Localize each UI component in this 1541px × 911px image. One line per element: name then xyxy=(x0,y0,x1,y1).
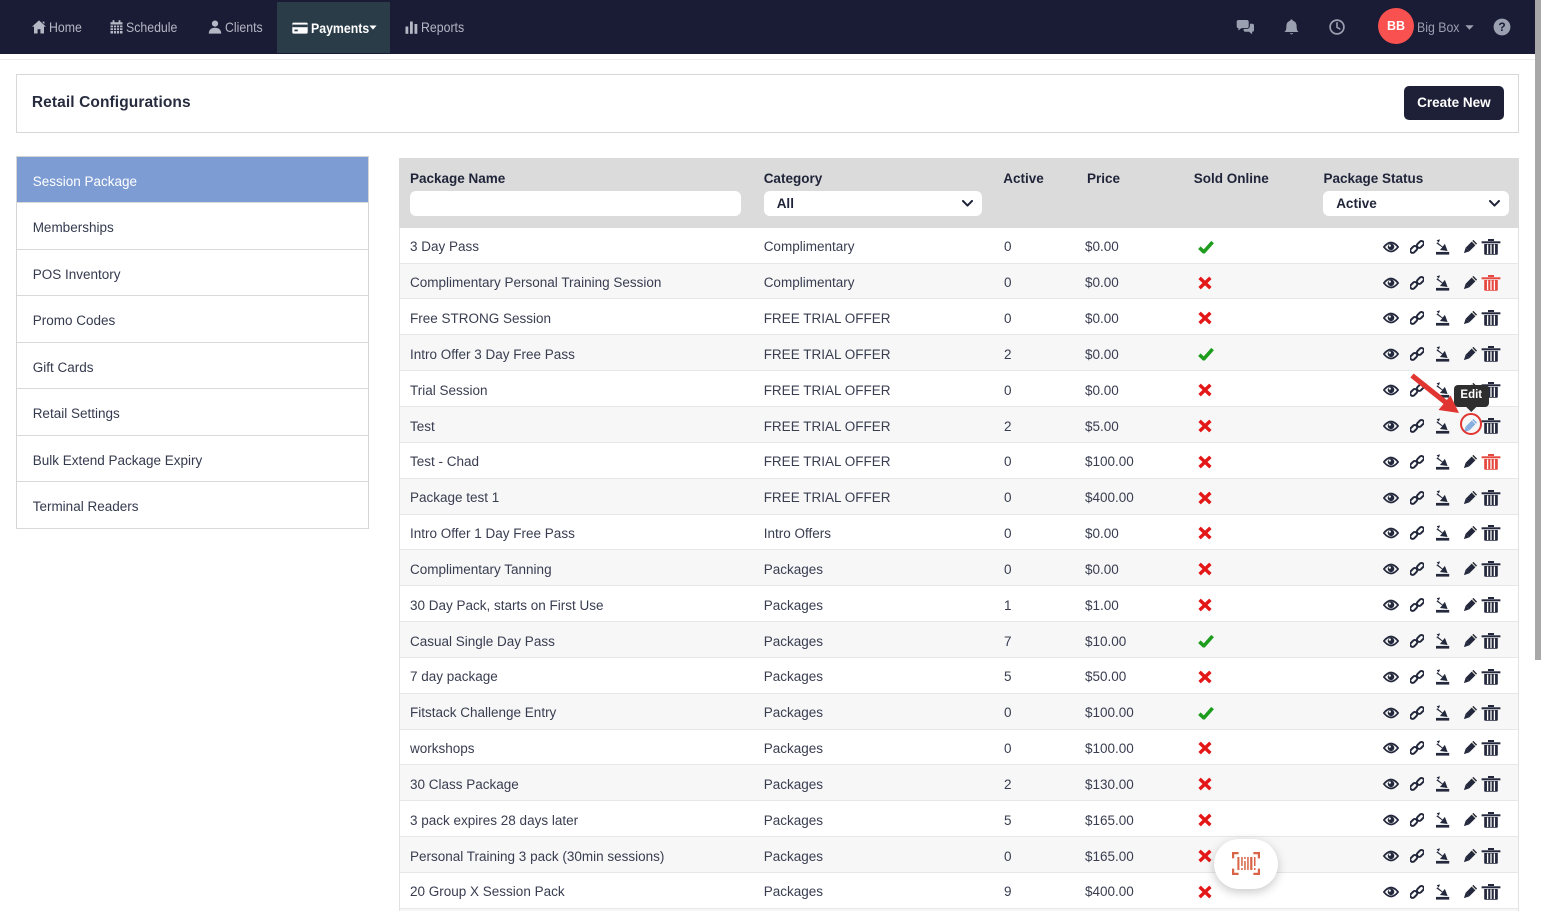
svg-text:?: ? xyxy=(1498,20,1505,34)
